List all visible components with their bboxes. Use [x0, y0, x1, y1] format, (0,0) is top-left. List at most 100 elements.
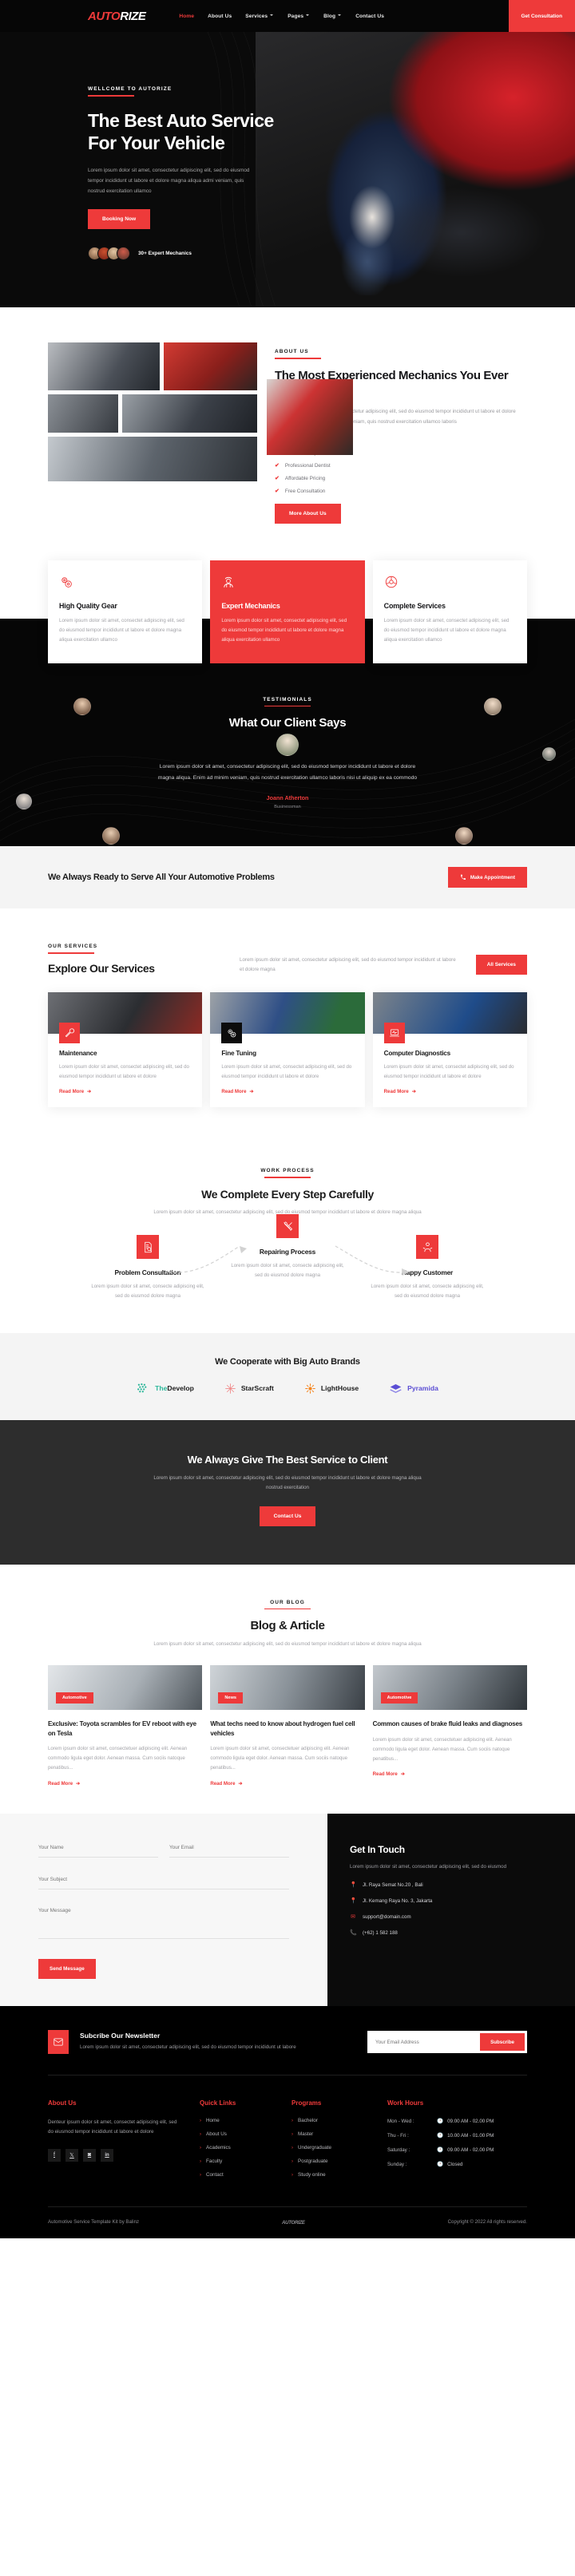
clock-icon: 🕐	[437, 2147, 444, 2153]
footer-link[interactable]: › Home	[200, 2118, 291, 2123]
brand-thedevelop: TheDevelop	[137, 1383, 194, 1394]
read-more-link[interactable]: Read More ➔	[384, 1089, 516, 1094]
gears-icon	[228, 1029, 236, 1038]
process-eyebrow: WORK PROCESS	[260, 1168, 314, 1178]
send-message-button[interactable]: Send Message	[38, 1959, 96, 1979]
message-field[interactable]	[38, 1902, 289, 1939]
all-services-button[interactable]: All Services	[475, 954, 527, 975]
eyebrow-underline	[275, 358, 321, 359]
brand-name-bold: StarScraft	[240, 1384, 274, 1393]
blog-card[interactable]: Automotive Exclusive: Toyota scrambles f…	[48, 1665, 203, 1787]
ready-cta-section: We Always Ready to Serve All Your Automo…	[0, 846, 575, 909]
footer-link[interactable]: › Study online	[291, 2172, 387, 2178]
get-consultation-button[interactable]: Get Consultation	[508, 0, 575, 32]
subscribe-button[interactable]: Subscribe	[480, 2033, 525, 2051]
footer-link-label: Home	[206, 2118, 220, 2123]
page-root: AUTORIZE Home About Us Services Pages Bl…	[0, 0, 575, 2238]
contact-info-item: ✉ support@domain.com	[350, 1913, 553, 1921]
nav-item-blog[interactable]: Blog	[323, 14, 342, 19]
email-field[interactable]	[169, 1839, 289, 1858]
read-more-link[interactable]: Read More ➔	[48, 1781, 202, 1787]
brand-name-bold: Pyramida	[407, 1384, 438, 1393]
twitter-icon[interactable]: 𝕏	[65, 2148, 78, 2162]
feature-card-high-quality-gear[interactable]: High Quality Gear Lorem ipsum dolor sit …	[48, 560, 203, 663]
cta-section: We Always Give The Best Service to Clien…	[0, 1419, 575, 1565]
list-item: ✔ Free Consultation	[275, 488, 522, 495]
facebook-icon[interactable]: f	[48, 2148, 61, 2162]
work-hours-row: Saturday : 🕐 09.00 AM - 02.00 PM	[387, 2147, 527, 2154]
footer-link[interactable]: › Undergraduate	[291, 2145, 387, 2151]
footer-logo[interactable]: AUTORIZE	[282, 2218, 305, 2226]
about-gallery	[48, 342, 353, 485]
blog-card[interactable]: Automotive Common causes of brake fluid …	[372, 1665, 527, 1787]
subject-field[interactable]	[38, 1871, 289, 1889]
services-eyebrow-text: OUR SERVICES	[48, 944, 98, 950]
nav-item-pages[interactable]: Pages	[288, 14, 310, 19]
contact-us-button[interactable]: Contact Us	[259, 1506, 316, 1526]
features-section: High Quality Gear Lorem ipsum dolor sit …	[0, 546, 575, 663]
check-label: Affordable Pricing	[284, 475, 326, 481]
check-label: Free Consultation	[284, 488, 326, 494]
newsletter-text: Lorem ipsum dolor sit amet, consectetur …	[80, 2044, 296, 2050]
contact-info-text: (+62) 1 582 188	[363, 1929, 398, 1936]
blog-subtitle: Lorem ipsum dolor sit amet, consectetur …	[153, 1641, 422, 1648]
nav-item-contact-us[interactable]: Contact Us	[355, 14, 384, 19]
read-more-link[interactable]: Read More ➔	[221, 1089, 353, 1094]
chevron-right-icon: ›	[291, 2118, 293, 2123]
footer-link[interactable]: › Contact	[200, 2172, 291, 2178]
read-more-link[interactable]: Read More ➔	[373, 1771, 527, 1777]
linkedin-icon[interactable]: in	[101, 2148, 113, 2162]
footer-link[interactable]: › Postgraduate	[291, 2159, 387, 2164]
footer-link-label: Undergraduate	[298, 2145, 332, 2151]
work-hours-time: 10.00 AM - 01.00 PM	[447, 2132, 494, 2139]
newsletter-email-input[interactable]	[367, 2039, 481, 2045]
footer-link-label: Master	[298, 2131, 314, 2137]
mechanic-icon	[224, 577, 234, 588]
cta-title: We Always Give The Best Service to Clien…	[187, 1453, 388, 1466]
instagram-icon[interactable]: ◙	[83, 2148, 96, 2162]
chevron-right-icon: ›	[200, 2118, 201, 2123]
service-card-maintenance[interactable]: Maintenance Lorem ipsum dolor sit amet, …	[48, 991, 203, 1108]
feature-card-expert-mechanics[interactable]: Expert Mechanics Lorem ipsum dolor sit a…	[210, 560, 365, 663]
read-more-link[interactable]: Read More ➔	[210, 1781, 364, 1787]
blog-card[interactable]: News What techs need to know about hydro…	[210, 1665, 365, 1787]
more-about-us-button[interactable]: More About Us	[275, 504, 341, 524]
nav-item-home[interactable]: Home	[179, 14, 194, 19]
arrow-right-icon: ➔	[411, 1089, 416, 1095]
about-eyebrow-text: ABOUT US	[275, 349, 309, 354]
brand-starscraft: StarScraft	[224, 1383, 274, 1395]
site-header: AUTORIZE Home About Us Services Pages Bl…	[0, 0, 575, 32]
feature-title: High Quality Gear	[59, 602, 117, 611]
chevron-right-icon: ›	[200, 2145, 201, 2151]
blog-image: Automotive	[48, 1665, 203, 1711]
footer-link[interactable]: › Academics	[200, 2145, 291, 2151]
clock-icon: 🕐	[437, 2119, 444, 2124]
nav-item-services[interactable]: Services	[245, 14, 274, 19]
footer-col-work-hours: Work Hours Mon - Wed : 🕐 09.00 AM - 02.00 …	[387, 2099, 527, 2186]
feature-card-complete-services[interactable]: Complete Services Lorem ipsum dolor sit …	[372, 560, 527, 663]
booking-now-button[interactable]: Booking Now	[88, 208, 151, 229]
hero-eyebrow-text: WELLCOME TO AUTORIZE	[88, 86, 172, 92]
make-appointment-button[interactable]: Make Appointment	[447, 867, 527, 888]
footer-bottom-bar: Automotive Service Template Kit by Balin…	[48, 2206, 527, 2238]
nav-item-about-us[interactable]: About Us	[208, 14, 232, 19]
name-field[interactable]	[38, 1839, 158, 1858]
footer-link[interactable]: › Faculty	[200, 2159, 291, 2164]
work-process-section: WORK PROCESS We Complete Every Step Care…	[0, 1134, 575, 1333]
footer-link[interactable]: › About Us	[200, 2131, 291, 2137]
footer-link[interactable]: › Bachelor	[291, 2118, 387, 2123]
footer-link[interactable]: › Master	[291, 2131, 387, 2137]
cta-subtitle: Lorem ipsum dolor sit amet, consectetur …	[153, 1474, 422, 1491]
brand-logo[interactable]: AUTORIZE	[88, 10, 146, 23]
clock-icon: 🕐	[437, 2133, 444, 2139]
about-eyebrow: ABOUT US	[275, 349, 321, 359]
service-card-fine-tuning[interactable]: Fine Tuning Lorem ipsum dolor sit amet, …	[210, 991, 365, 1108]
footer-link-label: Academics	[206, 2145, 231, 2151]
ready-title: We Always Ready to Serve All Your Automo…	[48, 872, 275, 882]
blog-tag: News	[218, 1692, 243, 1704]
footer-link-label: Faculty	[206, 2159, 223, 2164]
read-more-label: Read More	[48, 1781, 73, 1787]
read-more-link[interactable]: Read More ➔	[59, 1089, 191, 1094]
gears-icon	[61, 577, 72, 588]
service-card-computer-diagnostics[interactable]: Computer Diagnostics Lorem ipsum dolor s…	[372, 991, 527, 1108]
